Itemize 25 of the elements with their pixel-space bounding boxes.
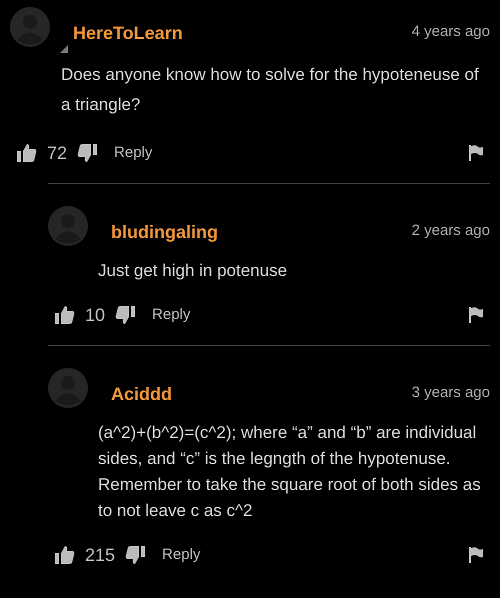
like-count: 10 [85,304,106,326]
like-count: 72 [47,142,68,164]
comment-text: Does anyone know how to solve for the hypoteneuse of a triangle? [61,64,480,116]
timestamp: 2 years ago [412,221,490,241]
timestamp: 3 years ago [412,383,490,403]
flag-icon[interactable] [469,547,483,563]
flag-icon[interactable] [469,307,483,323]
thumbs-down-icon[interactable] [125,546,146,564]
flag-icon[interactable] [469,145,483,161]
comment-text: Just get high in potenuse [98,260,288,282]
reply-button[interactable]: Reply [152,304,190,326]
username[interactable]: bludingaling [111,219,218,246]
thumbs-down-icon[interactable] [115,306,136,324]
thumbs-up-icon[interactable] [55,546,75,564]
corner-mark-icon [60,45,68,53]
like-count: 215 [85,544,116,566]
timestamp: 4 years ago [412,22,490,42]
username[interactable]: Aciddd [111,381,172,408]
thumbs-up-icon[interactable] [17,144,37,162]
reply-button[interactable]: Reply [114,142,152,164]
thumbs-down-icon[interactable] [77,144,98,162]
comment-text: (a^2)+(b^2)=(c^2); where “a” and “b” are individual sides, and “c” is the legngth of the hypotenuse. Remember to take the square root of both sides as to not leave c as c^2 [98,422,482,522]
reply-button[interactable]: Reply [162,544,200,566]
thumbs-up-icon[interactable] [55,306,75,324]
username[interactable]: HereToLearn [73,20,183,47]
